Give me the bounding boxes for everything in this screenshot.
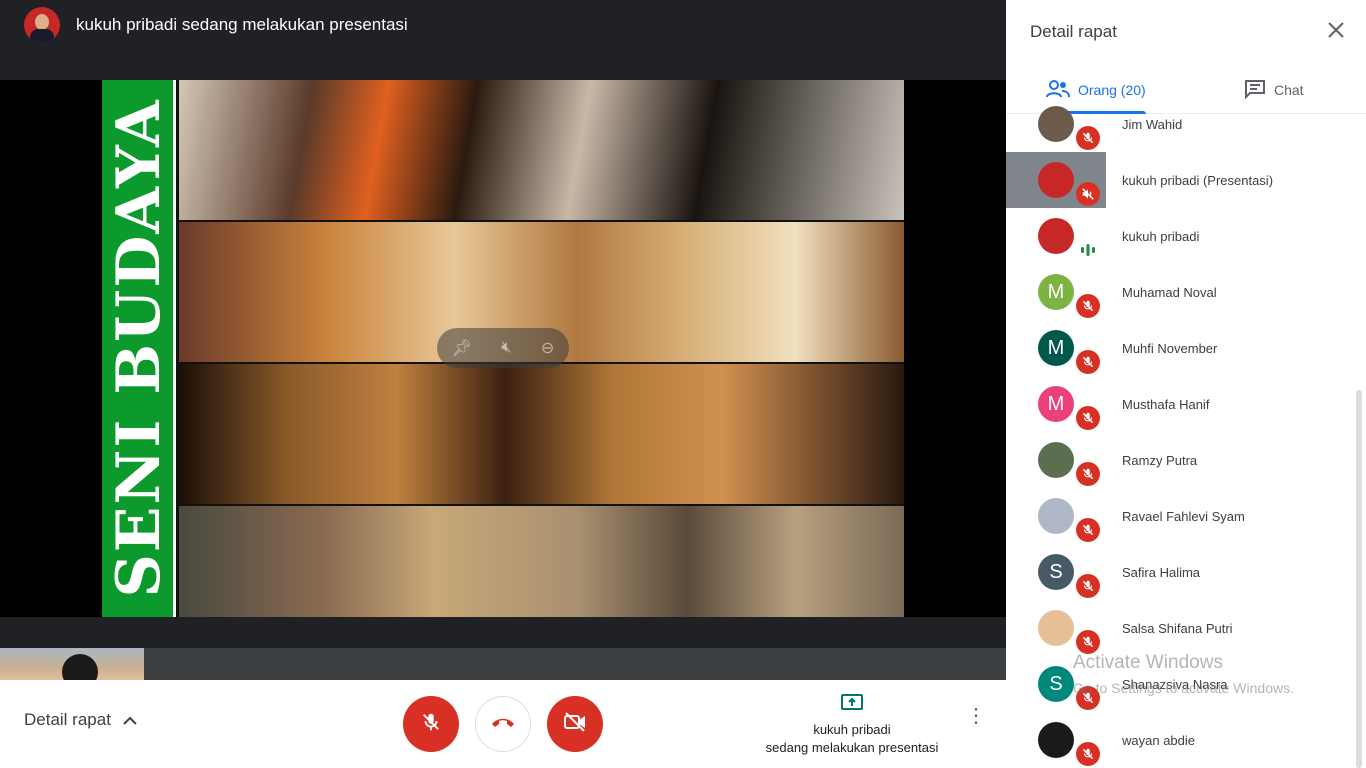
participant-list: Jim Wahid kukuh pribadi (Presentasi) kukuh… — [1006, 96, 1366, 768]
participant-name: Ravael Fahlevi Syam — [1122, 508, 1245, 524]
participant-name: kukuh pribadi (Presentasi) — [1122, 172, 1274, 188]
avatar: M — [1038, 386, 1074, 422]
meeting-details-panel: Detail rapat Orang (20) Chat Jim Wahid ku… — [1006, 0, 1366, 768]
avatar — [1038, 722, 1074, 758]
slide-image-painting — [179, 80, 904, 220]
presenting-status: sedang melakukan presentasi — [765, 740, 939, 755]
camera-off-icon — [563, 711, 587, 738]
close-icon[interactable] — [1324, 18, 1348, 42]
participant-row[interactable]: kukuh pribadi (Presentasi) — [1006, 152, 1366, 208]
camera-toggle-button[interactable] — [547, 696, 603, 752]
mic-off-icon — [1076, 406, 1100, 430]
avatar — [1038, 610, 1074, 646]
leave-call-button[interactable] — [475, 696, 531, 752]
more-options-icon[interactable]: ⋮ — [966, 706, 986, 726]
panel-title: Detail rapat — [1030, 22, 1117, 41]
meeting-details-button[interactable]: Detail rapat — [24, 710, 137, 730]
participant-row[interactable]: M Musthafa Hanif — [1006, 376, 1366, 432]
avatar: S — [1038, 554, 1074, 590]
meet-app: kukuh pribadi sedang melakukan presentas… — [0, 0, 1366, 768]
participant-row[interactable]: Ramzy Putra — [1006, 432, 1366, 488]
participant-name: kukuh pribadi — [1122, 228, 1200, 244]
call-controls-bar: Detail rapat kukuh pribadi sedang melaku… — [0, 680, 1006, 768]
chevron-up-icon — [123, 712, 137, 728]
mic-off-icon — [1076, 462, 1100, 486]
presenter-header: kukuh pribadi sedang melakukan presentas… — [0, 0, 1006, 50]
mic-off-icon — [1076, 630, 1100, 654]
participant-name: Safira Halima — [1122, 564, 1201, 580]
participant-name: wayan abdie — [1122, 732, 1195, 748]
mic-off-icon — [1076, 574, 1100, 598]
participant-name: Jim Wahid — [1122, 116, 1183, 132]
presenting-name: kukuh pribadi — [813, 722, 891, 737]
avatar — [1038, 498, 1074, 534]
self-view-thumbnail[interactable] — [0, 648, 144, 680]
participant-name: Salsa Shifana Putri — [1122, 620, 1233, 636]
participant-row[interactable]: wayan abdie — [1006, 712, 1366, 768]
participant-row[interactable]: kukuh pribadi — [1006, 208, 1366, 264]
mic-off-icon — [1076, 126, 1100, 150]
mic-off-icon — [1076, 686, 1100, 710]
remove-icon[interactable]: ⊖ — [541, 338, 554, 358]
mic-off-icon — [1076, 294, 1100, 318]
slide-vertical-title: SENI BUDAYA — [104, 98, 174, 598]
participant-row[interactable]: Ravael Fahlevi Syam — [1006, 488, 1366, 544]
avatar: S — [1038, 666, 1074, 702]
avatar: M — [1038, 330, 1074, 366]
participant-row[interactable]: S Shanazsiva Nasra — [1006, 656, 1366, 712]
avatar — [1038, 162, 1074, 198]
participant-name: Muhamad Noval — [1122, 284, 1217, 300]
avatar: M — [1038, 274, 1074, 310]
avatar — [1038, 106, 1074, 142]
slide-title-bar: SENI BUDAYA — [102, 80, 176, 617]
participant-name: Musthafa Hanif — [1122, 396, 1210, 412]
tile-hover-controls: 📌︎ 🔇︎ ⊖ — [437, 328, 569, 368]
present-now-button[interactable]: kukuh pribadi sedang melakukan presentas… — [752, 694, 952, 757]
participant-row[interactable]: M Muhamad Noval — [1006, 264, 1366, 320]
presentation-view[interactable]: SENI BUDAYA 📌︎ 🔇︎ ⊖ — [0, 80, 1006, 617]
presenter-title: kukuh pribadi sedang melakukan presentas… — [76, 15, 408, 34]
speaking-indicator-icon — [1076, 238, 1100, 262]
hang-up-icon — [490, 715, 516, 734]
pin-icon[interactable]: 📌︎ — [452, 338, 472, 358]
participant-row[interactable]: Salsa Shifana Putri — [1006, 600, 1366, 656]
main-stage-area: kukuh pribadi sedang melakukan presentas… — [0, 0, 1006, 680]
mic-off-icon — [1076, 518, 1100, 542]
filmstrip — [0, 648, 1006, 680]
presenter-avatar — [24, 7, 60, 43]
speaker-off-icon — [1076, 182, 1100, 206]
mic-toggle-button[interactable] — [403, 696, 459, 752]
mic-off-icon — [1076, 742, 1100, 766]
participant-row[interactable]: M Muhfi November — [1006, 320, 1366, 376]
participant-name: Muhfi November — [1122, 340, 1218, 356]
participant-name: Ramzy Putra — [1122, 452, 1198, 468]
participant-list-scrollbar[interactable] — [1356, 390, 1362, 768]
participant-row[interactable]: S Safira Halima — [1006, 544, 1366, 600]
avatar — [1038, 218, 1074, 254]
mic-off-icon — [420, 711, 442, 738]
present-screen-icon — [752, 694, 952, 717]
mute-icon[interactable]: 🔇︎ — [501, 339, 511, 357]
avatar — [1038, 442, 1074, 478]
meeting-details-label: Detail rapat — [24, 710, 111, 729]
slide-image-theater — [179, 506, 904, 617]
slide-image-dance — [179, 364, 904, 504]
participant-name: Shanazsiva Nasra — [1122, 676, 1228, 692]
mic-off-icon — [1076, 350, 1100, 374]
participant-row[interactable]: Jim Wahid — [1006, 96, 1366, 152]
